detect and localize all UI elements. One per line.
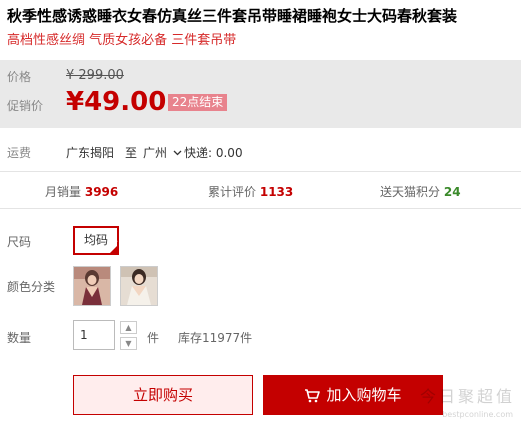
color-swatch-image bbox=[121, 267, 157, 305]
shipping-label: 运费 bbox=[7, 146, 32, 160]
monthly-sales-stat: 月销量 3996 bbox=[45, 183, 118, 200]
city-selector[interactable]: 广州 bbox=[143, 144, 182, 161]
quantity-increase-button[interactable]: ▲ bbox=[120, 321, 137, 334]
points-label: 送天猫积分 bbox=[380, 185, 441, 199]
promo-price: ¥49.00 bbox=[66, 87, 167, 117]
original-price: ¥ 299.00 bbox=[66, 68, 124, 83]
color-swatch-1[interactable] bbox=[73, 266, 111, 306]
buy-now-label: 立即购买 bbox=[132, 386, 193, 404]
promo-price-label: 促销价 bbox=[7, 99, 44, 113]
divider bbox=[0, 208, 521, 209]
size-option-label: 均码 bbox=[83, 233, 108, 247]
add-to-cart-button[interactable]: 加入购物车 bbox=[263, 375, 443, 415]
quantity-label: 数量 bbox=[7, 331, 32, 345]
color-swatch-2[interactable] bbox=[120, 266, 158, 306]
price-panel: 价格 ¥ 299.00 促销价 ¥49.00 22点结束 bbox=[0, 60, 521, 128]
city-selector-value: 广州 bbox=[143, 146, 168, 160]
monthly-sales-label: 月销量 bbox=[45, 185, 82, 199]
watermark-text: 今日聚超值 bbox=[419, 387, 515, 406]
reviews-label: 累计评价 bbox=[208, 185, 257, 199]
watermark-url: bestpconline.com bbox=[442, 410, 513, 419]
promo-end-badge: 22点结束 bbox=[168, 94, 228, 111]
stock-count: 库存11977件 bbox=[178, 331, 253, 345]
product-title: 秋季性感诱惑睡衣女春仿真丝三件套吊带睡裙睡袍女士大码春秋套装 bbox=[7, 7, 458, 25]
color-label: 颜色分类 bbox=[7, 280, 56, 294]
shipping-to-prefix: 至 bbox=[125, 146, 138, 160]
original-price-label: 价格 bbox=[7, 70, 32, 84]
divider bbox=[0, 171, 521, 172]
buy-now-button[interactable]: 立即购买 bbox=[73, 375, 253, 415]
color-swatch-image bbox=[74, 267, 110, 305]
points-stat: 送天猫积分 24 bbox=[380, 183, 461, 200]
monthly-sales-value: 3996 bbox=[84, 185, 119, 199]
quantity-input[interactable] bbox=[73, 320, 115, 350]
size-option-selected[interactable]: 均码 bbox=[73, 226, 119, 256]
reviews-stat[interactable]: 累计评价 1133 bbox=[208, 183, 293, 200]
points-value: 24 bbox=[443, 185, 461, 199]
quantity-decrease-button[interactable]: ▼ bbox=[120, 337, 137, 350]
add-to-cart-label: 加入购物车 bbox=[326, 386, 402, 404]
checkmark-icon bbox=[108, 231, 119, 256]
product-subtitle: 高档性感丝绸 气质女孩必备 三件套吊带 bbox=[7, 33, 237, 48]
shipping-method: 快递: 0.00 bbox=[184, 146, 243, 160]
reviews-value: 1133 bbox=[259, 185, 294, 199]
shopping-cart-icon bbox=[305, 389, 321, 403]
size-label: 尺码 bbox=[7, 235, 32, 249]
quantity-unit: 件 bbox=[147, 331, 160, 345]
shipping-from: 广东揭阳 bbox=[66, 146, 115, 160]
chevron-down-icon: ▼ bbox=[125, 339, 132, 348]
chevron-up-icon: ▲ bbox=[125, 323, 132, 332]
chevron-down-icon bbox=[173, 150, 182, 156]
